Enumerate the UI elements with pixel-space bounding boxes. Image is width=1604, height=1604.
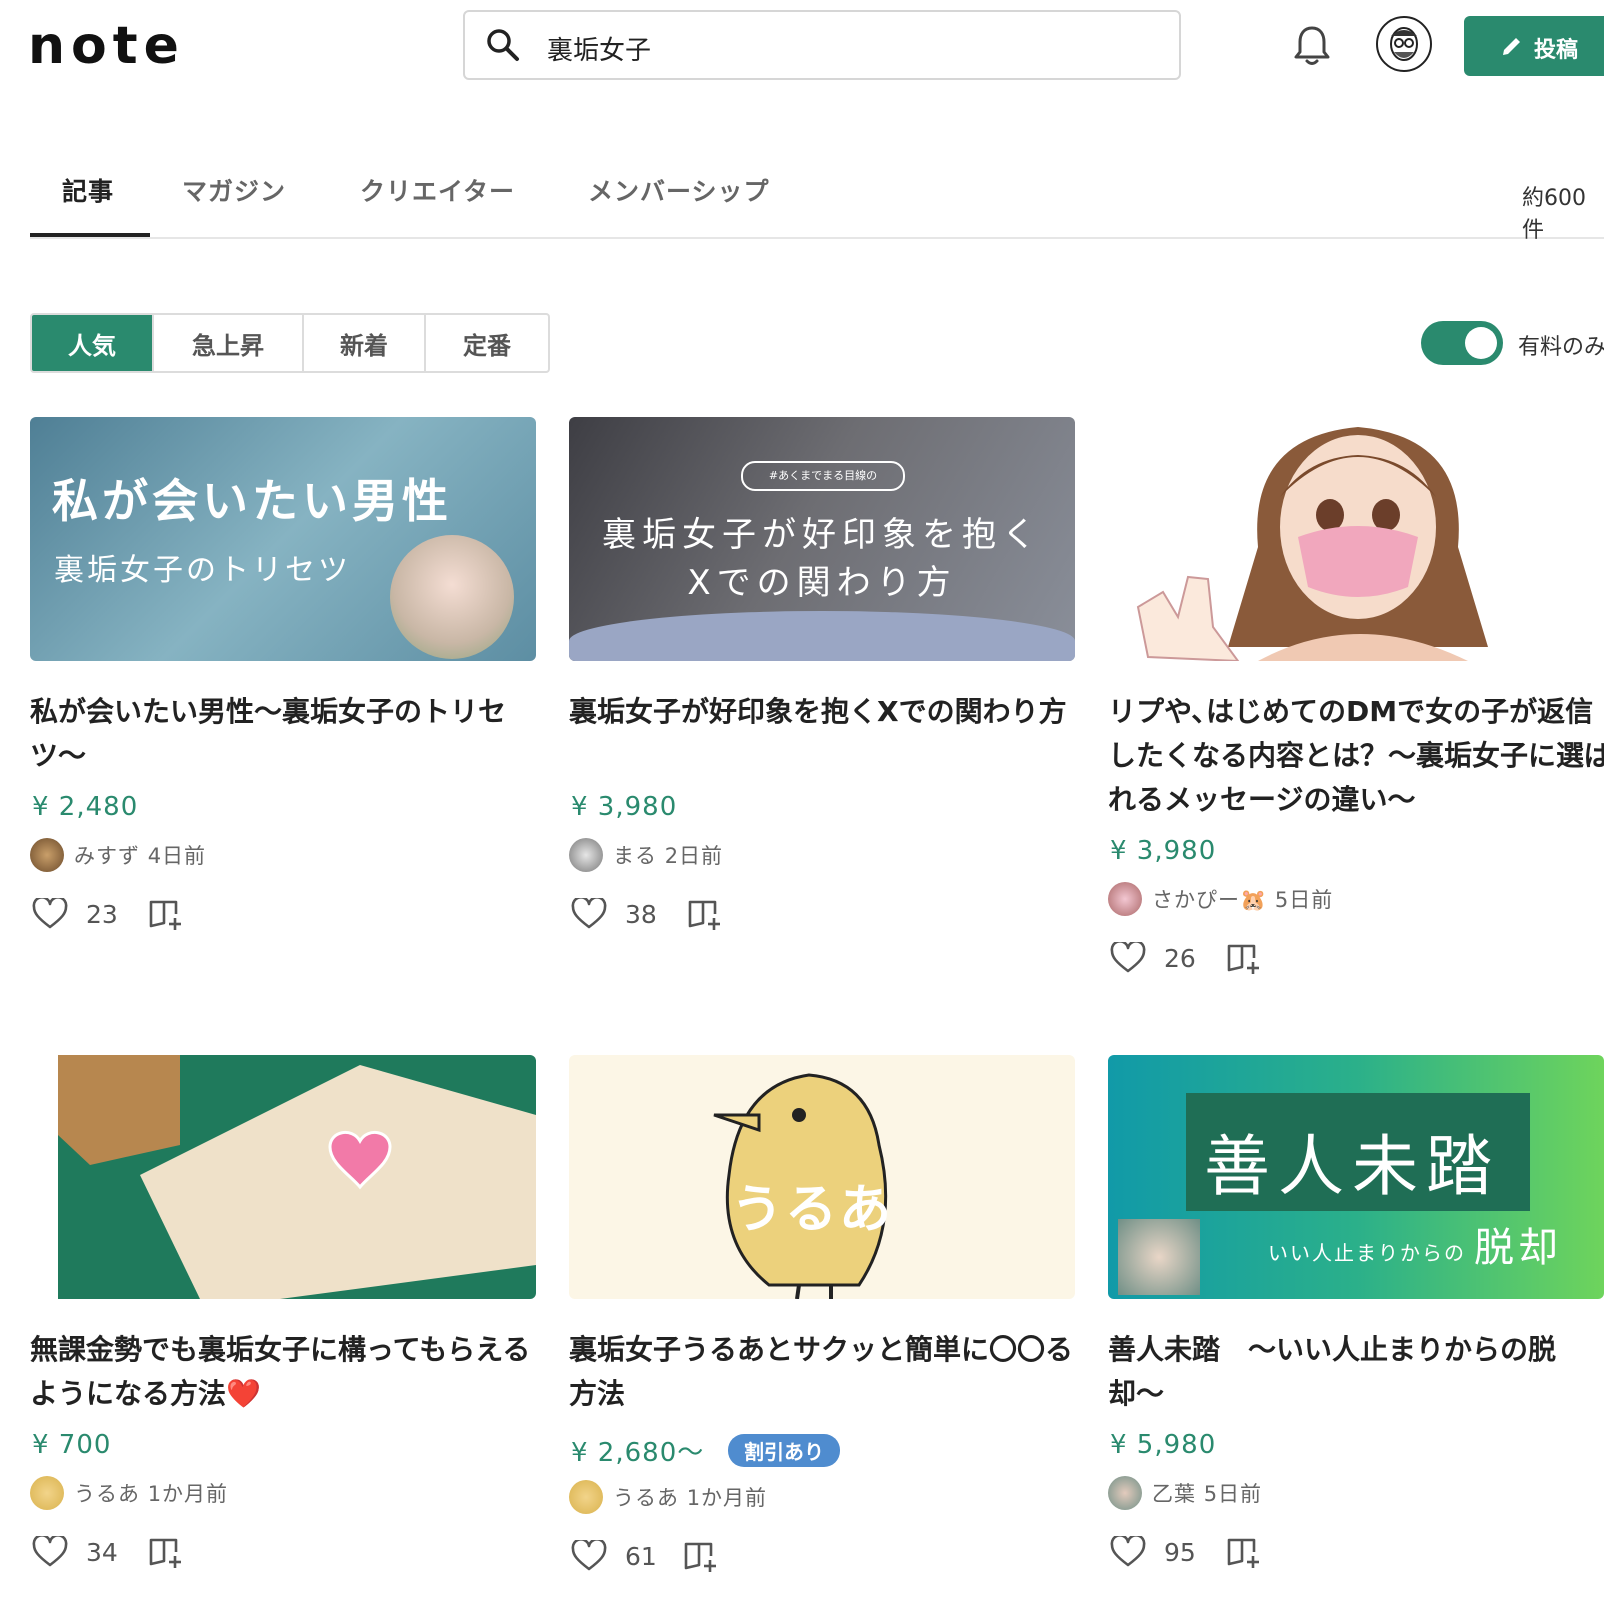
card-title[interactable]: リプや､はじめてのDMで女の子が返信したくなる内容とは？〜裏垢女子に選ばれるメッ… — [1108, 690, 1604, 822]
author-name[interactable]: みすず 4日前 — [74, 840, 206, 870]
author-name[interactable]: まる 2日前 — [613, 840, 723, 870]
author-name[interactable]: うるあ 1か月前 — [613, 1482, 767, 1512]
author-photo-circle — [390, 535, 514, 659]
card-title[interactable]: 無課金勢でも裏垢女子に構ってもらえるようになる方法❤️ — [30, 1328, 536, 1416]
illustration-heart-envelope — [58, 1055, 536, 1299]
author-name[interactable]: 乙葉 5日前 — [1152, 1478, 1262, 1508]
card-thumbnail[interactable]: うるあ — [569, 1055, 1075, 1299]
card-price: ¥ 5,980 — [1110, 1430, 1217, 1460]
card-title[interactable]: 私が会いたい男性〜裏垢女子のトリセツ〜 — [30, 690, 536, 778]
add-to-magazine-icon[interactable] — [148, 898, 184, 930]
result-count: 約600件 — [1522, 186, 1586, 243]
author-avatar[interactable] — [1108, 1476, 1142, 1510]
post-time: 1か月前 — [686, 1486, 768, 1510]
post-time: 5日前 — [1274, 888, 1334, 912]
like-count: 61 — [625, 1542, 657, 1571]
thumbnail-tag: #あくまでまる目線の — [741, 461, 905, 491]
paid-only-toggle[interactable] — [1421, 321, 1503, 365]
thumbnail-text: 裏垢女子が好印象を抱く — [602, 515, 1042, 555]
sort-standard[interactable]: 定番 — [426, 315, 548, 371]
tabs-divider — [30, 237, 1604, 239]
heart-icon[interactable] — [571, 898, 607, 930]
author-avatar[interactable] — [569, 1480, 603, 1514]
thumbnail-subtext: 裏垢女子のトリセツ — [54, 553, 351, 588]
active-tab-indicator — [30, 233, 150, 237]
card-thumbnail[interactable]: #あくまでまる目線の 裏垢女子が好印象を抱く Xでの関わり方 — [569, 417, 1075, 661]
author-name[interactable]: うるあ 1か月前 — [74, 1478, 228, 1508]
author-avatar[interactable] — [30, 838, 64, 872]
search-value: 裏垢女子 — [547, 36, 652, 66]
tab-magazines[interactable]: マガジン — [182, 172, 286, 208]
post-time: 5日前 — [1203, 1482, 1263, 1506]
card-price: ¥ 3,980 — [571, 792, 678, 822]
author-name[interactable]: さかぴー🐹 5日前 — [1152, 884, 1333, 914]
sort-new[interactable]: 新着 — [304, 315, 426, 371]
add-to-magazine-icon[interactable] — [683, 1540, 719, 1572]
card-thumbnail[interactable] — [30, 1055, 536, 1299]
sort-popular[interactable]: 人気 — [32, 315, 154, 371]
add-to-magazine-icon[interactable] — [148, 1536, 184, 1568]
post-time: 1か月前 — [147, 1482, 229, 1506]
sort-switcher: 人気 急上昇 新着 定番 — [30, 313, 550, 373]
post-button-label: 投稿 — [1534, 38, 1579, 63]
author-avatar[interactable] — [1108, 882, 1142, 916]
post-time: 4日前 — [147, 844, 207, 868]
card-thumbnail[interactable]: 私が会いたい男性 裏垢女子のトリセツ — [30, 417, 536, 661]
like-count: 26 — [1164, 944, 1196, 973]
tab-articles[interactable]: 記事 — [62, 172, 114, 208]
author-avatar[interactable] — [569, 838, 603, 872]
heart-icon[interactable] — [1110, 942, 1146, 974]
thumbnail-text: 善人未踏 — [1204, 1128, 1500, 1205]
card-price: ¥ 700 — [32, 1430, 112, 1460]
heart-icon[interactable] — [1110, 1536, 1146, 1568]
paid-only-label: 有料のみ — [1518, 335, 1604, 360]
card-title[interactable]: 裏垢女子が好印象を抱くXでの関わり方 — [569, 690, 1075, 734]
like-count: 23 — [86, 900, 118, 929]
thumbnail-subtext: いい人止まりからの — [1268, 1241, 1466, 1265]
author-avatar[interactable] — [30, 1476, 64, 1510]
user-avatar[interactable] — [1376, 16, 1432, 72]
like-count: 95 — [1164, 1538, 1196, 1567]
add-to-magazine-icon[interactable] — [1226, 942, 1262, 974]
like-count: 38 — [625, 900, 657, 929]
search-input[interactable]: 裏垢女子 — [463, 10, 1181, 80]
discount-badge: 割引あり — [728, 1434, 840, 1467]
heart-icon[interactable] — [32, 898, 68, 930]
character-portrait — [1118, 1219, 1200, 1295]
illustration-girl-with-mask — [1136, 427, 1488, 661]
add-to-magazine-icon[interactable] — [1226, 1536, 1262, 1568]
thumbnail-text: 私が会いたい男性 — [52, 474, 452, 528]
card-price: ¥ 2,680〜 — [571, 1438, 705, 1468]
sort-rising[interactable]: 急上昇 — [154, 315, 304, 371]
card-price: ¥ 3,980 — [1110, 836, 1217, 866]
pencil-icon — [1503, 38, 1520, 55]
add-to-magazine-icon[interactable] — [687, 898, 723, 930]
search-icon — [487, 29, 519, 61]
card-thumbnail[interactable]: 善人未踏 いい人止まりからの 脱却 — [1108, 1055, 1604, 1299]
bell-icon[interactable] — [1292, 24, 1332, 68]
card-price: ¥ 2,480 — [32, 792, 139, 822]
post-time: 2日前 — [664, 844, 724, 868]
like-count: 34 — [86, 1538, 118, 1567]
card-thumbnail[interactable] — [1108, 417, 1604, 661]
tab-memberships[interactable]: メンバーシップ — [588, 172, 770, 208]
heart-icon[interactable] — [32, 1536, 68, 1568]
thumbnail-subtext-large: 脱却 — [1474, 1225, 1562, 1271]
card-title[interactable]: 善人未踏 〜いい人止まりからの脱却〜 — [1108, 1328, 1604, 1416]
thumbnail-text: うるあ — [731, 1180, 894, 1240]
heart-icon[interactable] — [571, 1540, 607, 1572]
thumbnail-wave — [569, 611, 1075, 661]
card-title[interactable]: 裏垢女子うるあとサクッと簡単に〇〇る方法 — [569, 1328, 1075, 1416]
tab-creators[interactable]: クリエイター — [360, 172, 515, 208]
post-button[interactable]: 投稿 — [1464, 16, 1604, 76]
thumbnail-subtext: Xでの関わり方 — [687, 563, 957, 603]
note-logo[interactable]: note — [28, 20, 185, 72]
